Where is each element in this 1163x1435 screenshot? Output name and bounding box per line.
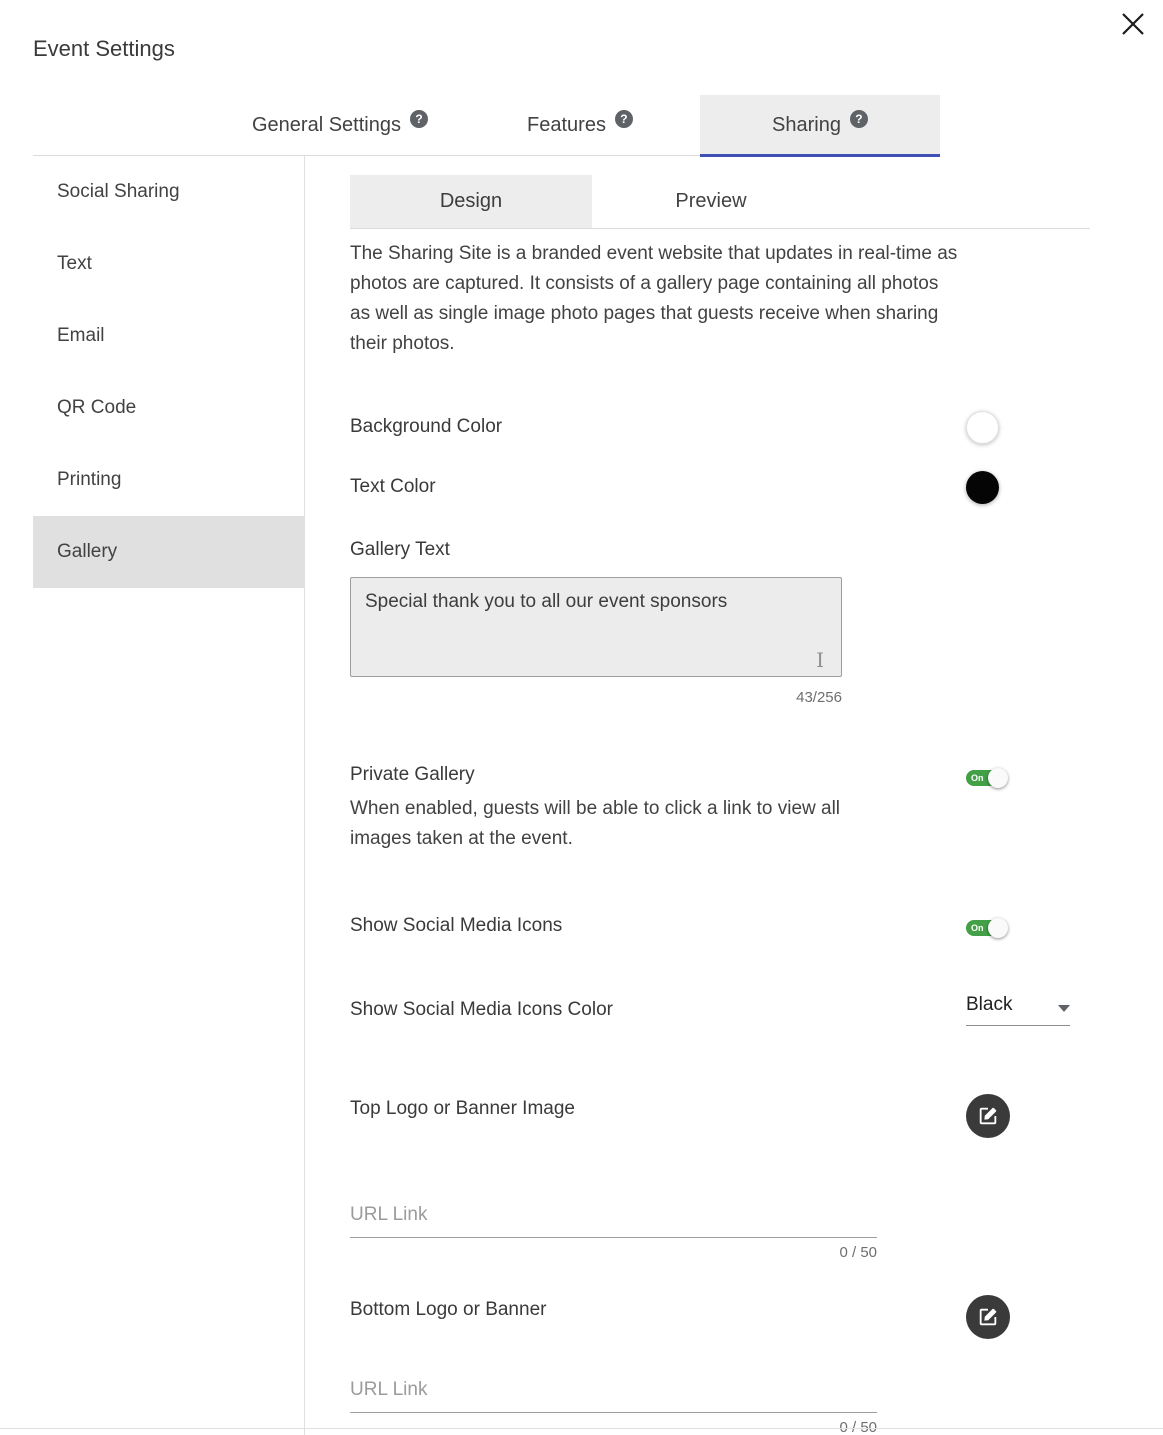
social-icons-color-row: Show Social Media Icons Color Black — [350, 988, 1090, 1032]
gallery-text-input[interactable]: Special thank you to all our event spons… — [350, 577, 842, 677]
page-title: Event Settings — [33, 36, 175, 61]
show-social-icons-row: Show Social Media Icons On — [350, 906, 1090, 946]
text-color-swatch[interactable] — [966, 470, 999, 504]
chevron-down-icon — [1058, 1005, 1070, 1012]
close-icon[interactable] — [1117, 8, 1149, 40]
private-gallery-row: Private Gallery When enabled, guests wil… — [350, 764, 1090, 854]
tab-bar: General Settings ? Features ? Sharing ? — [33, 95, 940, 157]
sharing-site-description: The Sharing Site is a branded event webs… — [350, 243, 958, 354]
tab-general-settings[interactable]: General Settings ? — [220, 95, 460, 155]
bottom-logo-url-input[interactable] — [350, 1379, 877, 1413]
tab-design[interactable]: Design — [350, 175, 592, 228]
background-color-row: Background Color — [350, 407, 1090, 447]
text-color-row: Text Color — [350, 467, 1090, 507]
settings-sidebar: Social Sharing Text Email QR Code Printi… — [0, 156, 305, 1435]
gallery-text-field: Gallery Text Special thank you to all ou… — [350, 539, 1090, 706]
gallery-text-counter: 43/256 — [796, 689, 842, 706]
top-logo-url-counter: 0 / 50 — [839, 1244, 877, 1261]
tab-features[interactable]: Features ? — [460, 95, 700, 155]
social-icons-color-select[interactable]: Black — [966, 994, 1070, 1026]
background-color-label: Background Color — [350, 416, 503, 437]
bottom-logo-edit-button[interactable] — [966, 1295, 1010, 1339]
private-gallery-description: When enabled, guests will be able to cli… — [350, 798, 841, 849]
bottom-logo-url-field: 0 / 50 — [350, 1379, 1090, 1435]
help-icon-general-settings[interactable]: ? — [409, 110, 428, 128]
tab-features-label: Features — [527, 113, 606, 136]
sidebar-item-gallery[interactable]: Gallery — [33, 516, 304, 588]
bottom-divider — [0, 1428, 1163, 1429]
sharing-design-panel: Design Preview The Sharing Site is a bra… — [305, 156, 1163, 1435]
background-color-swatch[interactable] — [966, 410, 999, 444]
show-social-icons-label: Show Social Media Icons — [350, 915, 563, 936]
gallery-text-label: Gallery Text — [350, 539, 450, 560]
top-logo-label: Top Logo or Banner Image — [350, 1098, 575, 1119]
subtab-bar: Design Preview — [350, 175, 1090, 229]
edit-icon — [979, 1308, 997, 1326]
toggle-thumb — [988, 918, 1008, 938]
social-icons-color-label: Show Social Media Icons Color — [350, 999, 613, 1020]
tab-sharing[interactable]: Sharing ? — [700, 95, 940, 157]
bottom-logo-label: Bottom Logo or Banner — [350, 1299, 547, 1320]
private-gallery-label: Private Gallery — [350, 764, 475, 785]
top-logo-url-field: 0 / 50 — [350, 1204, 1090, 1261]
top-logo-edit-button[interactable] — [966, 1094, 1010, 1138]
bottom-logo-row: Bottom Logo or Banner — [350, 1295, 1090, 1339]
private-gallery-toggle[interactable]: On — [966, 768, 1008, 788]
toggle-thumb — [988, 768, 1008, 788]
bottom-logo-url-counter: 0 / 50 — [839, 1419, 877, 1435]
tab-sharing-label: Sharing — [772, 113, 841, 136]
sidebar-item-qr-code[interactable]: QR Code — [33, 372, 304, 444]
help-icon-sharing[interactable]: ? — [849, 110, 868, 128]
top-logo-url-input[interactable] — [350, 1204, 877, 1238]
text-color-label: Text Color — [350, 476, 436, 497]
sidebar-item-email[interactable]: Email — [33, 300, 304, 372]
tab-general-settings-label: General Settings — [252, 113, 401, 136]
edit-icon — [979, 1107, 997, 1125]
sidebar-item-printing[interactable]: Printing — [33, 444, 304, 516]
top-logo-row: Top Logo or Banner Image — [350, 1094, 1090, 1138]
help-icon-features[interactable]: ? — [614, 110, 633, 128]
sidebar-item-text[interactable]: Text — [33, 228, 304, 300]
event-settings-dialog: Event Settings General Settings ? Featur… — [0, 0, 1163, 1435]
sidebar-item-social-sharing[interactable]: Social Sharing — [33, 156, 304, 228]
social-icons-color-value: Black — [966, 994, 1013, 1015]
tab-preview[interactable]: Preview — [592, 175, 830, 228]
show-social-icons-toggle[interactable]: On — [966, 918, 1008, 938]
close-x-glyph — [1122, 13, 1144, 35]
